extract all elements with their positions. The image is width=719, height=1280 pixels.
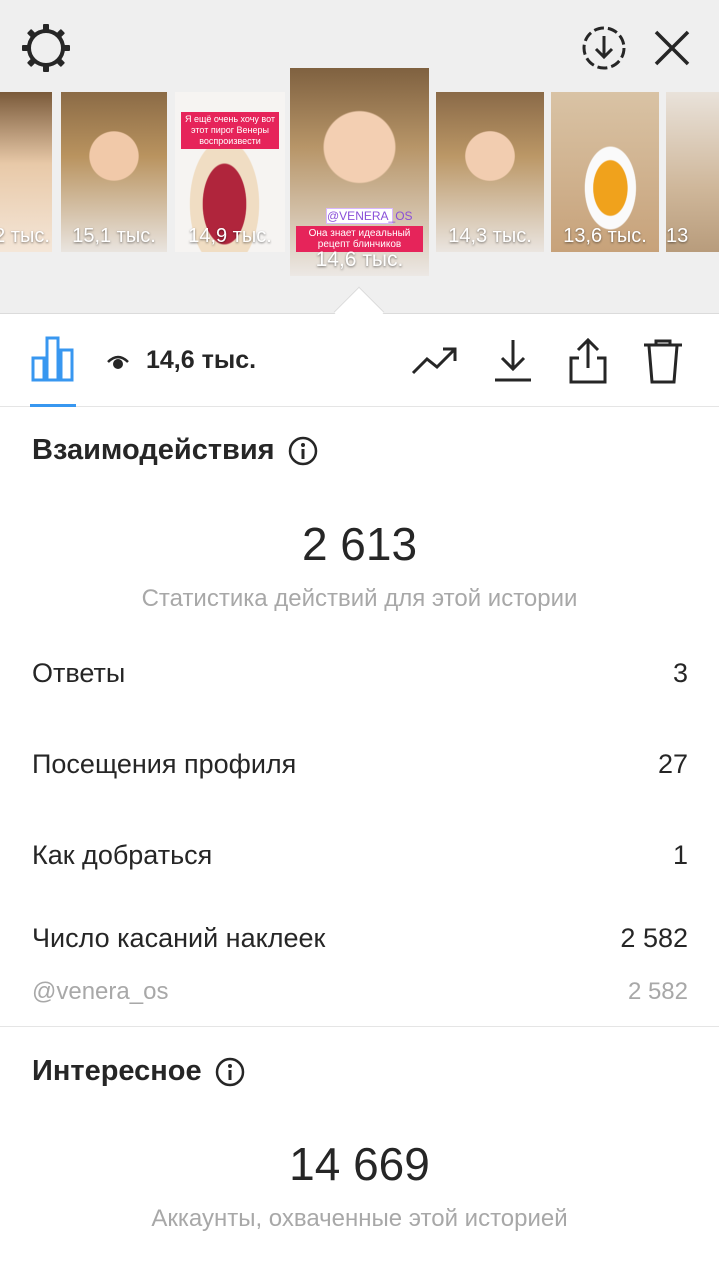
interactions-total: 2 613 xyxy=(301,518,418,570)
story-thumbnail[interactable]: Я ещё очень хочу вот этот пирог Венеры в… xyxy=(175,92,285,252)
story-views: 14,9 тыс. xyxy=(188,225,272,247)
interactions-subtitle: Статистика действий для этой истории xyxy=(141,585,578,612)
stat-row-sticker-taps: Число касаний наклеек 2 582 xyxy=(32,923,688,954)
section-divider xyxy=(0,1026,719,1027)
insights-tab[interactable] xyxy=(30,334,76,382)
stat-label: Посещения профиля xyxy=(32,749,297,779)
eye-icon xyxy=(107,355,129,369)
trending-up-icon xyxy=(411,347,457,375)
gear-icon xyxy=(22,24,70,72)
story-header: 2 тыс. 15,1 тыс. Я ещё очень хочу вот эт… xyxy=(0,0,719,314)
story-mention-sticker: @VENERA_OS xyxy=(326,208,413,224)
active-tab-indicator xyxy=(30,404,76,407)
download-icon xyxy=(495,340,531,382)
story-views: 2 тыс. xyxy=(0,225,50,247)
trash-icon xyxy=(644,339,682,384)
stat-label: Ответы xyxy=(32,658,126,688)
stat-row-sticker-mention[interactable]: @venera_os 2 582 xyxy=(32,978,688,1006)
interactions-title: Взаимодействия xyxy=(32,434,275,466)
story-views: 13 xyxy=(666,225,689,247)
stat-row-directions: Как добраться 1 xyxy=(32,840,688,871)
story-thumbnail[interactable]: 14,3 тыс. xyxy=(436,92,544,252)
stat-row-replies: Ответы 3 xyxy=(32,658,688,689)
story-thumbnail[interactable]: 15,1 тыс. xyxy=(61,92,167,252)
stories-carousel[interactable]: 2 тыс. 15,1 тыс. Я ещё очень хочу вот эт… xyxy=(0,68,719,280)
save-story-button[interactable] xyxy=(578,22,630,74)
stat-label: Как добраться xyxy=(32,840,213,870)
story-thumbnail[interactable]: 2 тыс. xyxy=(0,92,52,252)
stat-row-profile-visits: Посещения профиля 27 xyxy=(32,749,688,780)
story-thumbnail-selected[interactable]: @VENERA_OS Она знает идеальный рецепт бл… xyxy=(290,68,429,276)
discovery-heading: Интересное xyxy=(32,1055,246,1088)
discovery-total: 14 669 xyxy=(289,1138,430,1190)
promote-button[interactable] xyxy=(410,336,460,386)
stat-value: 27 xyxy=(657,749,688,779)
info-icon[interactable] xyxy=(214,1056,246,1088)
story-views: 15,1 тыс. xyxy=(72,225,156,247)
delete-button[interactable] xyxy=(638,336,688,386)
bar-chart-icon xyxy=(31,336,74,382)
story-thumbnail[interactable]: 13,6 тыс. xyxy=(551,92,659,252)
stat-value: 2 582 xyxy=(627,978,688,1005)
story-thumbnail[interactable]: 13 xyxy=(666,92,719,252)
interactions-heading: Взаимодействия xyxy=(32,434,319,467)
stat-value: 2 582 xyxy=(620,923,688,953)
stat-value: 3 xyxy=(672,658,688,688)
download-circle-icon xyxy=(582,26,626,70)
settings-button[interactable] xyxy=(20,22,72,74)
info-icon[interactable] xyxy=(287,435,319,467)
close-button[interactable] xyxy=(646,22,698,74)
share-icon xyxy=(569,338,607,384)
story-views: 13,6 тыс. xyxy=(563,225,647,247)
story-caption: Я ещё очень хочу вот этот пирог Венеры в… xyxy=(181,112,279,149)
story-toolbar: 14,6 тыс. xyxy=(0,314,719,407)
stat-label: @venera_os xyxy=(32,978,169,1005)
close-icon xyxy=(654,30,690,66)
story-views: 14,3 тыс. xyxy=(448,225,532,247)
download-button[interactable] xyxy=(488,336,538,386)
discovery-title: Интересное xyxy=(32,1055,202,1087)
share-button[interactable] xyxy=(563,336,613,386)
stat-label: Число касаний наклеек xyxy=(32,923,326,953)
discovery-subtitle: Аккаунты, охваченные этой историей xyxy=(151,1205,568,1232)
viewers-count[interactable]: 14,6 тыс. xyxy=(146,346,256,375)
story-views: 14,6 тыс. xyxy=(315,248,404,271)
stat-value: 1 xyxy=(672,840,688,870)
